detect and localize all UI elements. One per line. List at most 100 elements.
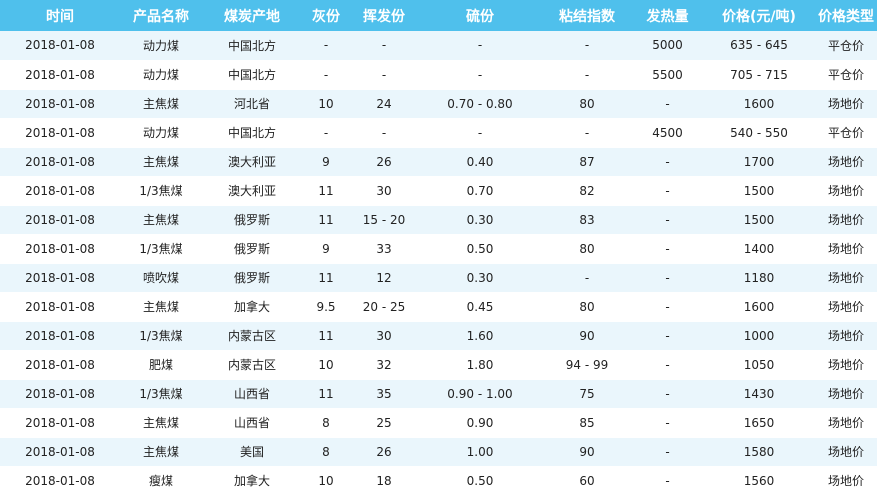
cell-price: 540 - 550 <box>730 125 788 140</box>
cell-sulfur: - <box>477 67 483 82</box>
cell-sulfur: 0.90 <box>466 415 494 430</box>
cell-ash: 9.5 <box>316 299 336 314</box>
cell-date: 2018-01-08 <box>25 212 95 227</box>
cell-price-type: 场地价 <box>827 300 864 314</box>
cell-caking-index: 90 <box>579 328 595 343</box>
table-row: 2018-01-08 1/3焦煤 俄罗斯 9 33 0.50 80 - 1400 场地价 <box>0 234 877 263</box>
cell-product-name: 主焦煤 <box>142 97 179 111</box>
cell-sulfur: 1.00 <box>466 444 494 459</box>
cell-sulfur: 0.90 - 1.00 <box>447 386 513 401</box>
cell-product-name: 动力煤 <box>142 68 179 82</box>
cell-date: 2018-01-08 <box>25 415 95 430</box>
cell-price-type: 场地价 <box>827 474 864 488</box>
cell-caking-index: 87 <box>579 154 595 169</box>
cell-price-type: 场地价 <box>827 184 864 198</box>
cell-calorific-value: - <box>665 212 670 227</box>
cell-origin: 加拿大 <box>233 474 270 488</box>
cell-price-type: 平仓价 <box>827 126 864 140</box>
cell-date: 2018-01-08 <box>25 67 95 82</box>
cell-ash: 11 <box>318 386 334 401</box>
cell-caking-index: 80 <box>579 241 595 256</box>
cell-date: 2018-01-08 <box>25 473 95 488</box>
cell-price: 1400 <box>743 241 775 256</box>
cell-calorific-value: - <box>665 96 670 111</box>
cell-sulfur: 0.40 <box>466 154 494 169</box>
cell-price: 1430 <box>743 386 775 401</box>
table-row: 2018-01-08 动力煤 中国北方 - - - - 5500 705 - 715 平仓价 <box>0 60 877 89</box>
cell-price: 1500 <box>743 212 775 227</box>
cell-product-name: 瘦煤 <box>148 474 173 488</box>
cell-price: 1580 <box>743 444 775 459</box>
cell-origin: 俄罗斯 <box>233 213 270 227</box>
cell-price-type: 场地价 <box>827 155 864 169</box>
cell-ash: - <box>323 38 329 53</box>
column-header-price: 价格(元/吨) <box>722 8 796 25</box>
cell-sulfur: 0.70 - 0.80 <box>447 96 513 111</box>
cell-caking-index: 80 <box>579 299 595 314</box>
cell-product-name: 动力煤 <box>142 126 179 140</box>
cell-caking-index: - <box>584 125 590 140</box>
cell-ash: 11 <box>318 212 334 227</box>
cell-price-type: 场地价 <box>827 445 864 459</box>
cell-date: 2018-01-08 <box>25 328 95 343</box>
cell-sulfur: 0.30 <box>466 212 494 227</box>
cell-date: 2018-01-08 <box>25 386 95 401</box>
cell-product-name: 肥煤 <box>148 358 173 372</box>
cell-ash: - <box>323 67 329 82</box>
cell-sulfur: 0.30 <box>466 270 494 285</box>
cell-caking-index: 90 <box>579 444 595 459</box>
cell-calorific-value: - <box>665 183 670 198</box>
cell-sulfur: - <box>477 38 483 53</box>
cell-product-name: 喷吹煤 <box>142 271 179 285</box>
cell-price-type: 场地价 <box>827 242 864 256</box>
cell-ash: - <box>323 125 329 140</box>
cell-date: 2018-01-08 <box>25 183 95 198</box>
cell-caking-index: 85 <box>579 415 595 430</box>
cell-caking-index: 60 <box>579 473 595 488</box>
cell-origin: 河北省 <box>233 97 270 111</box>
table-row: 2018-01-08 主焦煤 俄罗斯 11 15 - 20 0.30 83 - 1500 场地价 <box>0 205 877 234</box>
column-header-caking-index: 粘结指数 <box>559 8 615 25</box>
cell-calorific-value: - <box>665 241 670 256</box>
column-header-volatile: 挥发份 <box>363 8 405 25</box>
cell-product-name: 1/3焦煤 <box>139 242 183 256</box>
cell-price-type: 场地价 <box>827 97 864 111</box>
cell-price-type: 平仓价 <box>827 38 864 53</box>
table-row: 2018-01-08 喷吹煤 俄罗斯 11 12 0.30 - - 1180 场地价 <box>0 263 877 292</box>
cell-calorific-value: - <box>665 473 670 488</box>
cell-volatile: 12 <box>376 270 392 285</box>
cell-volatile: 33 <box>376 241 392 256</box>
column-header-sulfur: 硫份 <box>466 8 494 25</box>
cell-sulfur: 0.45 <box>466 299 494 314</box>
cell-product-name: 动力煤 <box>142 38 179 53</box>
cell-volatile: 18 <box>376 473 392 488</box>
cell-price: 635 - 645 <box>730 38 788 53</box>
cell-date: 2018-01-08 <box>25 125 95 140</box>
cell-date: 2018-01-08 <box>25 357 95 372</box>
cell-product-name: 主焦煤 <box>142 416 179 430</box>
cell-origin: 山西省 <box>233 416 270 430</box>
cell-product-name: 1/3焦煤 <box>139 184 183 198</box>
cell-price-type: 场地价 <box>827 271 864 285</box>
cell-caking-index: 83 <box>579 212 595 227</box>
table-row: 2018-01-08 1/3焦煤 澳大利亚 11 30 0.70 82 - 1500 场地价 <box>0 176 877 205</box>
cell-price: 1050 <box>743 357 775 372</box>
cell-origin: 内蒙古区 <box>227 358 276 372</box>
cell-volatile: - <box>381 67 387 82</box>
cell-date: 2018-01-08 <box>25 444 95 459</box>
cell-ash: 10 <box>318 96 334 111</box>
cell-volatile: - <box>381 125 387 140</box>
cell-caking-index: - <box>584 270 590 285</box>
cell-volatile: 20 - 25 <box>362 299 406 314</box>
cell-calorific-value: - <box>665 386 670 401</box>
cell-volatile: 30 <box>376 328 392 343</box>
table-row: 2018-01-08 动力煤 中国北方 - - - - 4500 540 - 550 平仓价 <box>0 118 877 147</box>
cell-ash: 8 <box>322 444 330 459</box>
column-header-product-name: 产品名称 <box>133 8 189 25</box>
cell-origin: 澳大利亚 <box>227 184 276 198</box>
cell-price: 1600 <box>743 96 775 111</box>
cell-price-type: 平仓价 <box>827 68 864 82</box>
cell-caking-index: 94 - 99 <box>565 357 609 372</box>
cell-sulfur: 1.80 <box>466 357 494 372</box>
cell-volatile: 24 <box>376 96 392 111</box>
